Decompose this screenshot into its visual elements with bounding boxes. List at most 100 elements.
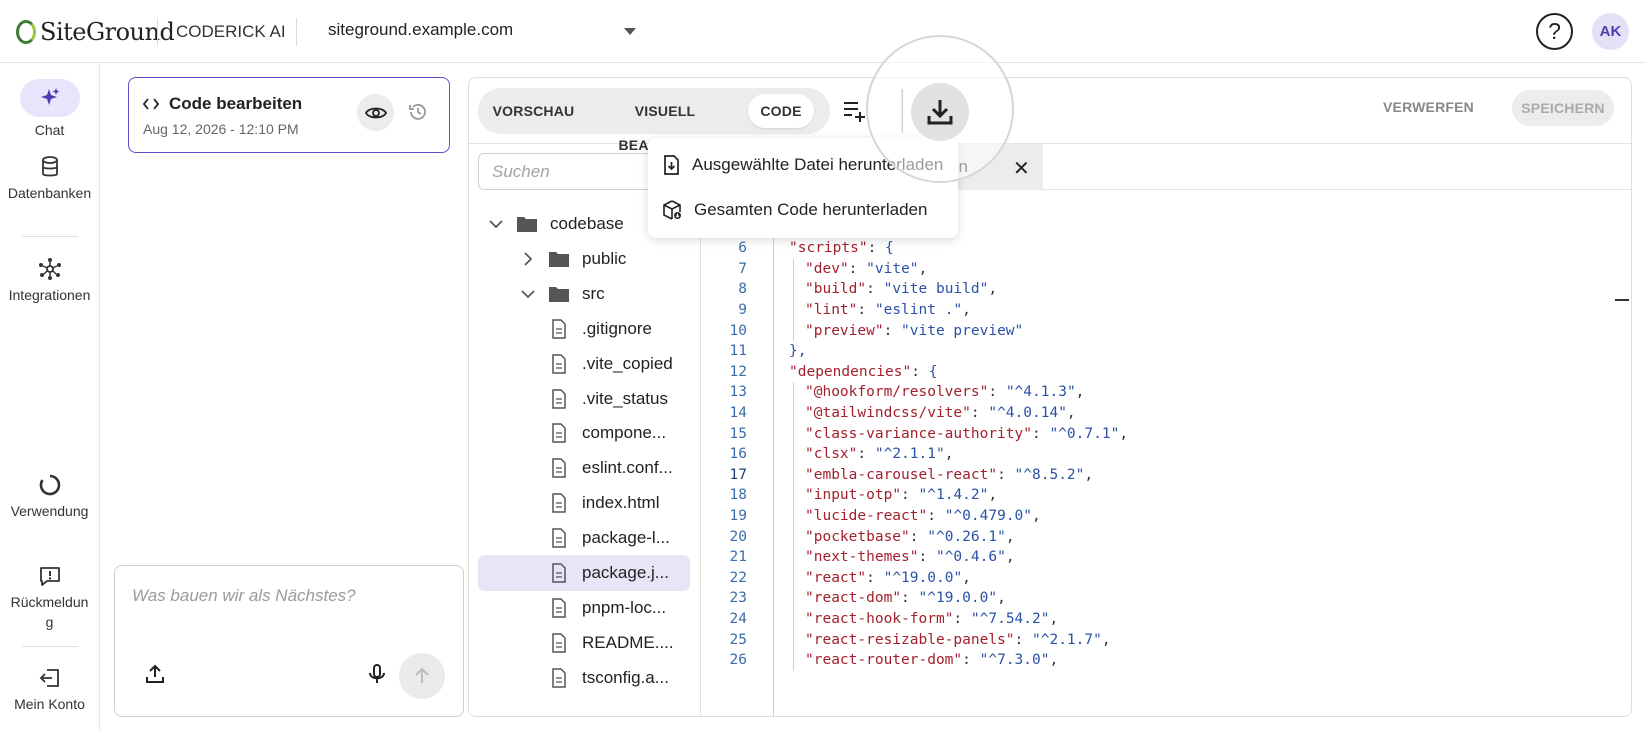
tab-preview[interactable]: VORSCHAU	[484, 94, 583, 128]
tree-file[interactable]: index.html	[478, 485, 690, 521]
line-number: 18	[729, 487, 747, 504]
json-value-text: ^0.479.0	[953, 508, 1024, 524]
tree-file[interactable]: package.j...	[478, 555, 690, 591]
upload-icon[interactable]	[143, 662, 167, 686]
rail-item-account[interactable]: Mein Konto	[0, 666, 99, 714]
line-content: "@hookform/resolvers": "^4.1.3",	[805, 382, 1084, 403]
json-value-text: ^2.1.7	[1040, 631, 1094, 648]
rail-item-feedback[interactable]: Rückmeldung	[0, 564, 99, 632]
json-key-text: react-hook-form	[813, 611, 945, 627]
json-key-text: input-otp	[813, 487, 893, 504]
json-value: "eslint ."	[874, 302, 963, 318]
line-number: 9	[738, 302, 747, 318]
restore-version-button[interactable]	[405, 99, 431, 125]
tree-file[interactable]: eslint.conf...	[478, 450, 690, 486]
json-punct: ,	[1119, 425, 1129, 442]
discard-button[interactable]: VERWERFEN	[1383, 99, 1474, 115]
json-punct: ,	[997, 590, 1006, 607]
code-line: 25 "react-resizable-panels": "^2.1.7",	[701, 630, 1631, 651]
json-value-text: ^0.4.6	[944, 549, 998, 566]
code-line: 18 "input-otp": "^1.4.2",	[701, 485, 1631, 506]
line-content: "dependencies": {	[789, 362, 937, 383]
send-button[interactable]	[399, 653, 445, 699]
tree-chevron[interactable]	[520, 286, 536, 302]
download-all-code-item[interactable]: Gesamten Code herunterladen	[648, 188, 958, 232]
code-line: 23 "react-dom": "^19.0.0",	[701, 588, 1631, 609]
sparkle-icon	[40, 88, 59, 105]
rail-item-chat[interactable]: Chat	[0, 79, 99, 140]
tree-file[interactable]: package-l...	[478, 520, 690, 556]
history-icon	[409, 104, 426, 120]
json-key-text: class-variance-authority	[813, 425, 1024, 442]
prompt-box[interactable]: Was bauen wir als Nächstes?	[114, 565, 464, 717]
tree-file[interactable]: compone...	[478, 415, 690, 451]
json-key: "scripts"	[789, 240, 868, 257]
view-tabs: VORSCHAU VISUELL BEARBEITEN CODE	[478, 88, 830, 153]
siteground-logo[interactable]: SiteGround	[16, 16, 175, 48]
tree-chevron[interactable]	[488, 216, 504, 232]
scrollbar-marker[interactable]	[1615, 299, 1629, 301]
json-brace: {	[928, 363, 938, 380]
tree-folder[interactable]: public	[478, 241, 690, 277]
tree-folder[interactable]: src	[478, 276, 690, 312]
json-key-text: scripts	[797, 240, 859, 257]
chevron-down-icon[interactable]	[624, 28, 636, 35]
tree-chevron[interactable]	[520, 251, 536, 267]
json-punct: ,	[1049, 652, 1059, 669]
tab-visual-edit[interactable]: VISUELL BEARBEITEN	[590, 94, 740, 153]
line-content: "next-themes": "^0.4.6",	[805, 547, 1015, 568]
folder-icon	[549, 286, 569, 302]
code-line: 16 "clsx": "^2.1.1",	[701, 444, 1631, 465]
json-punct: ,	[944, 446, 954, 463]
preview-version-button[interactable]	[357, 94, 394, 131]
line-number: 15	[729, 425, 747, 442]
arrow-up-icon	[415, 667, 429, 683]
file-search-input[interactable]: Suchen	[478, 153, 653, 190]
toolbar-divider	[902, 89, 903, 133]
tree-file[interactable]: README....	[478, 625, 690, 661]
folder-icon-wrap	[548, 283, 570, 305]
add-file-icon[interactable]	[841, 98, 869, 124]
tree-file[interactable]: pnpm-loc...	[478, 590, 690, 626]
line-content: "pocketbase": "^0.26.1",	[805, 527, 1015, 548]
close-icon[interactable]: ✕	[1013, 156, 1030, 181]
json-value: "^0.4.6"	[935, 549, 1006, 566]
json-punct: ,	[988, 487, 998, 504]
code-editor[interactable]: 4"version": "0.0.0",5"type": "module",6"…	[701, 190, 1631, 716]
avatar[interactable]: AK	[1592, 13, 1629, 50]
json-value-text: ^19.0.0	[892, 569, 954, 586]
tab-code[interactable]: CODE	[748, 94, 814, 128]
json-value: "^19.0.0"	[883, 569, 963, 586]
json-value-text: ^2.1.1	[883, 446, 936, 463]
site-selector[interactable]: siteground.example.com	[328, 20, 638, 46]
tree-file[interactable]: tsconfig.a...	[478, 660, 690, 696]
version-card[interactable]: Code bearbeiten Aug 12, 2026 - 12:10 PM	[128, 77, 450, 153]
tree-item-label: compone...	[582, 423, 667, 443]
help-icon[interactable]: ?	[1536, 13, 1573, 50]
file-icon	[552, 423, 566, 444]
rail-item-label: Verwendung	[10, 503, 89, 519]
json-colon: :	[866, 569, 884, 586]
code-line: 9 "lint": "eslint .",	[701, 300, 1631, 321]
prompt-input[interactable]: Was bauen wir als Nächstes?	[132, 586, 356, 606]
line-content: "embla-carousel-react": "^8.5.2",	[805, 465, 1093, 486]
save-button[interactable]: SPEICHERN	[1512, 90, 1614, 126]
rail-item-usage[interactable]: Verwendung	[0, 473, 99, 521]
json-key-text: dependencies	[797, 363, 903, 380]
rail-item-databases[interactable]: Datenbanken	[0, 155, 99, 203]
rail-item-label: Chat	[34, 122, 65, 138]
tree-file[interactable]: .vite_copied	[478, 346, 690, 382]
line-content: "react-router-dom": "^7.3.0",	[805, 650, 1058, 671]
tree-file[interactable]: .vite_status	[478, 381, 690, 417]
json-key: "lint"	[805, 302, 858, 318]
json-punct: ,	[1101, 631, 1111, 648]
tree-item-label: index.html	[582, 493, 660, 513]
file-icon	[552, 318, 566, 339]
microphone-icon[interactable]	[365, 662, 389, 686]
rail-item-integrations[interactable]: Integrationen	[0, 257, 99, 305]
code-line: 6 "scripts": {	[701, 238, 1631, 259]
download-button[interactable]	[911, 83, 969, 141]
tree-file[interactable]: .gitignore	[478, 311, 690, 347]
